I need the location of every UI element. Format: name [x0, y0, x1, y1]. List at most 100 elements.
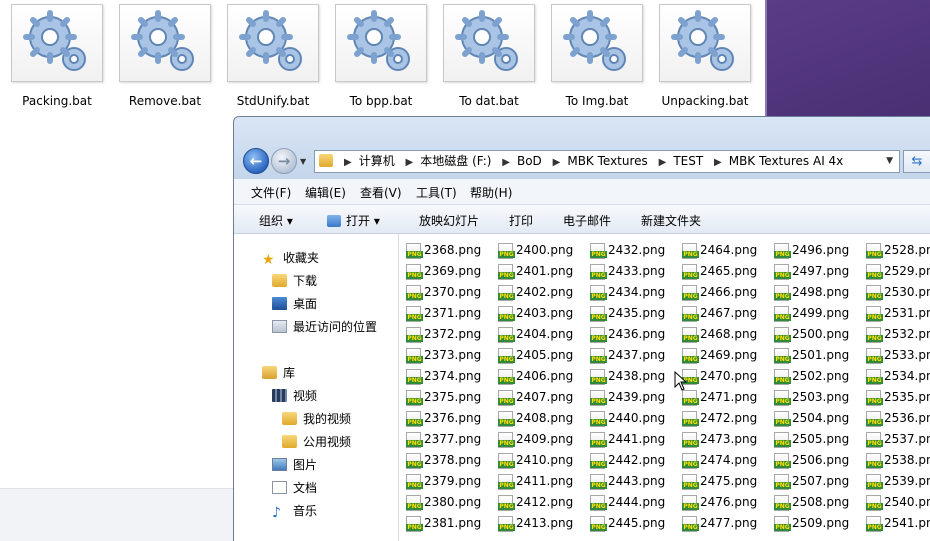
- file-item[interactable]: PNG 2506.png: [771, 451, 863, 471]
- nav-downloads[interactable]: 下载: [272, 272, 317, 289]
- file-item[interactable]: PNG 2436.png: [587, 325, 679, 345]
- nav-pictures[interactable]: 图片: [272, 456, 317, 473]
- file-item[interactable]: PNG 2401.png: [495, 262, 587, 282]
- file-item[interactable]: PNG2534.png: [863, 367, 930, 387]
- file-item[interactable]: PNG 2464.png: [679, 241, 771, 261]
- file-item[interactable]: PNG 2380.png: [403, 493, 495, 513]
- file-item[interactable]: PNG 2378.png: [403, 451, 495, 471]
- desktop-file[interactable]: Unpacking.bat: [655, 4, 755, 108]
- file-item[interactable]: PNG 2465.png: [679, 262, 771, 282]
- file-item[interactable]: PNG 2409.png: [495, 430, 587, 450]
- file-item[interactable]: PNG 2470.png: [679, 367, 771, 387]
- file-item[interactable]: PNG 2509.png: [771, 514, 863, 534]
- desktop-file[interactable]: To bpp.bat: [331, 4, 431, 108]
- file-item[interactable]: PNG 2445.png: [587, 514, 679, 534]
- file-item[interactable]: PNG 2497.png: [771, 262, 863, 282]
- file-item[interactable]: PNG 2379.png: [403, 472, 495, 492]
- file-item[interactable]: PNG 2437.png: [587, 346, 679, 366]
- desktop-file[interactable]: StdUnify.bat: [223, 4, 323, 108]
- file-item[interactable]: PNG 2434.png: [587, 283, 679, 303]
- file-item[interactable]: PNG 2381.png: [403, 514, 495, 534]
- file-item[interactable]: PNG 2442.png: [587, 451, 679, 471]
- menu-view[interactable]: 查看(V): [360, 184, 402, 201]
- file-item[interactable]: PNG 2373.png: [403, 346, 495, 366]
- address-dropdown-icon[interactable]: ▼: [886, 151, 893, 172]
- breadcrumb-item[interactable]: BoD: [517, 154, 542, 168]
- chevron-right-icon[interactable]: ▶: [502, 157, 510, 168]
- file-item[interactable]: PNG 2371.png: [403, 304, 495, 324]
- chevron-right-icon[interactable]: ▶: [406, 157, 414, 168]
- menu-tools[interactable]: 工具(T): [416, 184, 457, 201]
- nav-my-videos[interactable]: 我的视频: [282, 410, 351, 427]
- file-item[interactable]: PNG 2413.png: [495, 514, 587, 534]
- file-item[interactable]: PNG 2369.png: [403, 262, 495, 282]
- file-item[interactable]: PNG 2403.png: [495, 304, 587, 324]
- file-item[interactable]: PNG 2467.png: [679, 304, 771, 324]
- file-item[interactable]: PNG 2472.png: [679, 409, 771, 429]
- breadcrumb-item[interactable]: 计算机: [359, 154, 395, 168]
- nav-favorites[interactable]: ★ 收藏夹: [262, 249, 319, 268]
- nav-recent[interactable]: 最近访问的位置: [272, 318, 377, 335]
- file-item[interactable]: PNG2535.png: [863, 388, 930, 408]
- nav-videos[interactable]: 视频: [272, 387, 317, 404]
- file-item[interactable]: PNG 2439.png: [587, 388, 679, 408]
- chevron-right-icon[interactable]: ▶: [659, 157, 667, 168]
- file-item[interactable]: PNG2531.png: [863, 304, 930, 324]
- file-item[interactable]: PNG 2368.png: [403, 241, 495, 261]
- file-item[interactable]: PNG2540.png: [863, 493, 930, 513]
- file-item[interactable]: PNG 2469.png: [679, 346, 771, 366]
- nav-desktop[interactable]: 桌面: [272, 295, 317, 312]
- file-item[interactable]: PNG2530.png: [863, 283, 930, 303]
- file-item[interactable]: PNG 2503.png: [771, 388, 863, 408]
- file-item[interactable]: PNG 2435.png: [587, 304, 679, 324]
- file-item[interactable]: PNG 2406.png: [495, 367, 587, 387]
- file-item[interactable]: PNG2528.png: [863, 241, 930, 261]
- file-item[interactable]: PNG 2476.png: [679, 493, 771, 513]
- nav-public-videos[interactable]: 公用视频: [282, 433, 351, 450]
- file-item[interactable]: PNG 2411.png: [495, 472, 587, 492]
- file-item[interactable]: PNG2537.png: [863, 430, 930, 450]
- menu-edit[interactable]: 编辑(E): [305, 184, 346, 201]
- breadcrumb-item[interactable]: MBK Textures AI 4x: [729, 154, 844, 168]
- chevron-right-icon[interactable]: ▶: [714, 157, 722, 168]
- file-item[interactable]: PNG2541.png: [863, 514, 930, 534]
- file-item[interactable]: PNG2533.png: [863, 346, 930, 366]
- email-button[interactable]: 电子邮件: [563, 212, 611, 229]
- file-item[interactable]: PNG 2502.png: [771, 367, 863, 387]
- desktop-file[interactable]: To Img.bat: [547, 4, 647, 108]
- chevron-right-icon[interactable]: ▶: [344, 157, 352, 168]
- file-item[interactable]: PNG 2375.png: [403, 388, 495, 408]
- file-item[interactable]: PNG 2407.png: [495, 388, 587, 408]
- menu-file[interactable]: 文件(F): [251, 184, 291, 201]
- file-item[interactable]: PNG2536.png: [863, 409, 930, 429]
- file-item[interactable]: PNG 2374.png: [403, 367, 495, 387]
- file-item[interactable]: PNG 2474.png: [679, 451, 771, 471]
- menu-help[interactable]: 帮助(H): [470, 184, 512, 201]
- nav-music[interactable]: ♪ 音乐: [272, 502, 317, 521]
- file-item[interactable]: PNG 2444.png: [587, 493, 679, 513]
- file-item[interactable]: PNG2538.png: [863, 451, 930, 471]
- open-button[interactable]: 打开 ▾: [327, 212, 380, 229]
- file-item[interactable]: PNG 2410.png: [495, 451, 587, 471]
- file-item[interactable]: PNG2529.png: [863, 262, 930, 282]
- history-dropdown-icon[interactable]: ▼: [300, 157, 306, 166]
- forward-button[interactable]: →: [271, 148, 297, 174]
- file-item[interactable]: PNG 2473.png: [679, 430, 771, 450]
- file-item[interactable]: PNG 2477.png: [679, 514, 771, 534]
- file-item[interactable]: PNG 2402.png: [495, 283, 587, 303]
- file-item[interactable]: PNG 2377.png: [403, 430, 495, 450]
- file-item[interactable]: PNG 2372.png: [403, 325, 495, 345]
- file-item[interactable]: PNG 2432.png: [587, 241, 679, 261]
- file-item[interactable]: PNG 2370.png: [403, 283, 495, 303]
- file-item[interactable]: PNG 2508.png: [771, 493, 863, 513]
- file-item[interactable]: PNG2539.png: [863, 472, 930, 492]
- file-item[interactable]: PNG 2400.png: [495, 241, 587, 261]
- file-item[interactable]: PNG 2376.png: [403, 409, 495, 429]
- file-item[interactable]: PNG 2433.png: [587, 262, 679, 282]
- file-item[interactable]: PNG 2468.png: [679, 325, 771, 345]
- slideshow-button[interactable]: 放映幻灯片: [419, 212, 479, 229]
- file-item[interactable]: PNG 2443.png: [587, 472, 679, 492]
- file-item[interactable]: PNG 2499.png: [771, 304, 863, 324]
- breadcrumb-item[interactable]: 本地磁盘 (F:): [420, 154, 491, 168]
- desktop-file[interactable]: Packing.bat: [7, 4, 107, 108]
